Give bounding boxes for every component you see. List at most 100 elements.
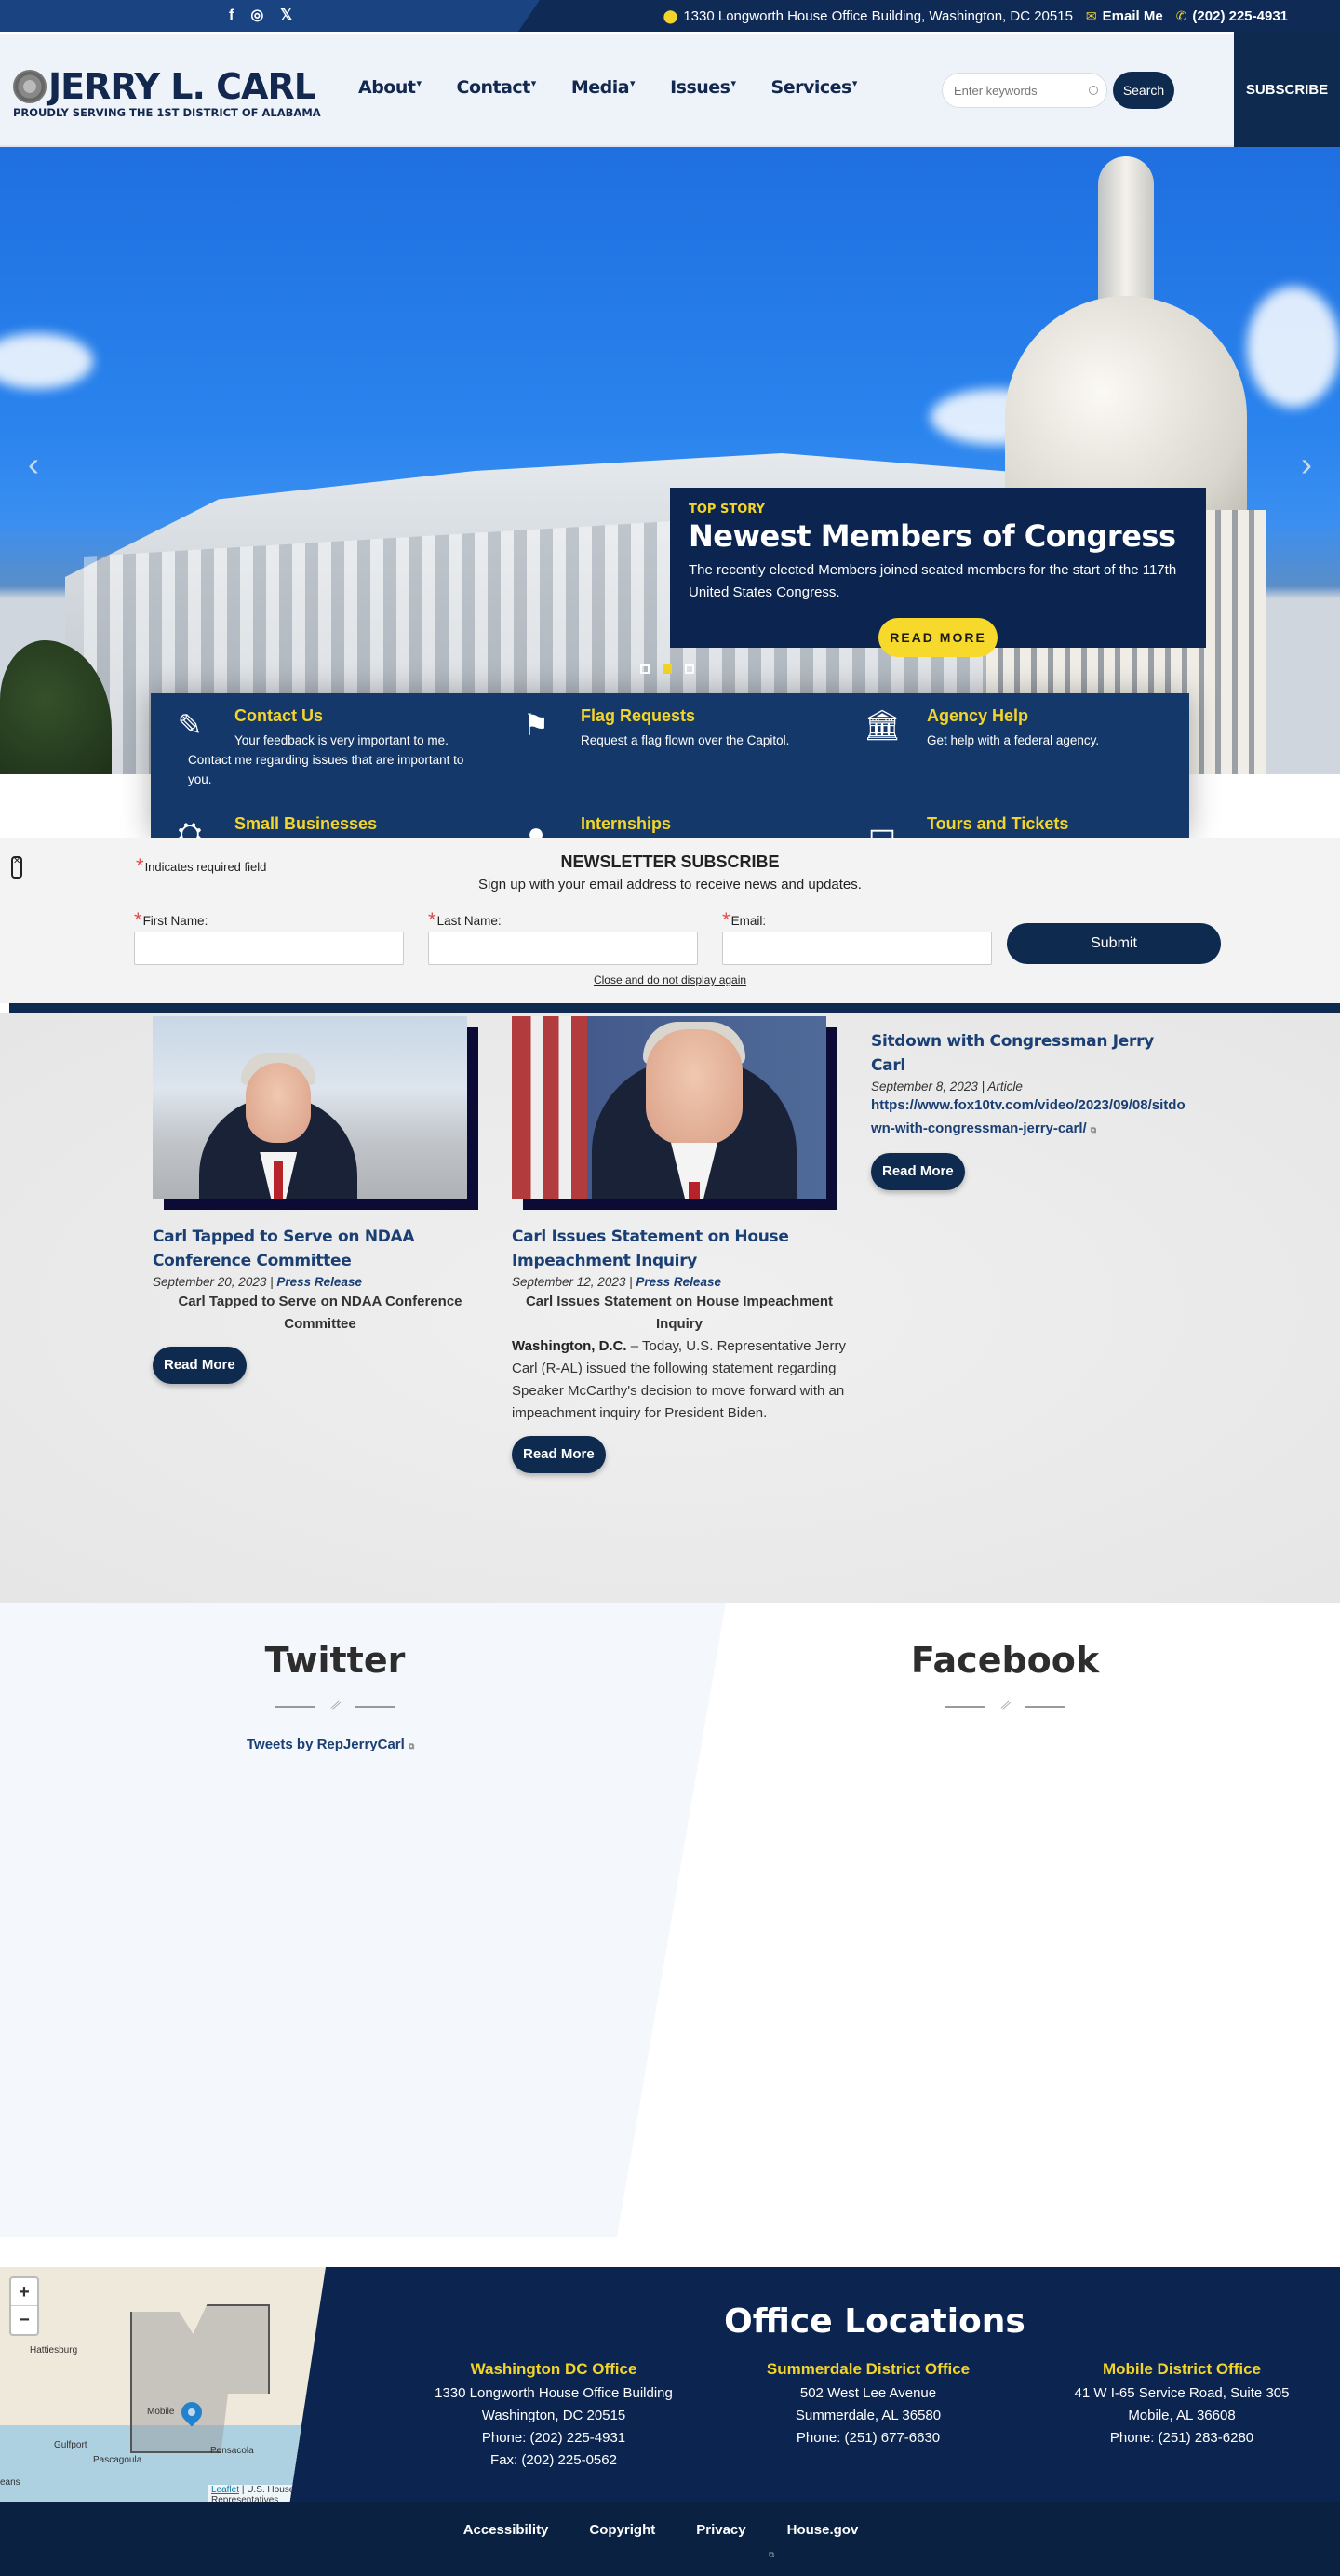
read-more-button[interactable]: Read More (512, 1436, 606, 1473)
quick-link-desc: Request a flag flown over the Capitol. (581, 733, 790, 747)
site-footer: Accessibility Copyright Privacy House.go… (0, 2502, 1340, 2576)
news-meta: September 20, 2023 | Press Release (153, 1275, 362, 1289)
news-photo[interactable] (153, 1016, 478, 1212)
email-input[interactable] (722, 932, 992, 965)
social-links: f ◎ 𝕏 (229, 7, 292, 25)
search-form: Search (942, 72, 1174, 109)
zoom-in-button[interactable]: + (11, 2278, 37, 2306)
carousel-dot[interactable] (640, 664, 650, 674)
office-name: Washington DC Office (470, 2360, 637, 2378)
news-subtitle: Carl Issues Statement on House Impeachme… (525, 1294, 834, 1332)
district-map[interactable]: Hattiesburg Mobile Gulfport Pascagoula P… (0, 2267, 326, 2502)
phone-icon: ✆ (1175, 7, 1187, 23)
handshake-icon: ⛭ (178, 816, 202, 838)
last-name-input[interactable] (428, 932, 698, 965)
search-button[interactable]: Search (1113, 72, 1174, 109)
top-bar: f ◎ 𝕏 ⬤ 1330 Longworth House Office Build… (0, 0, 1340, 32)
news-section: Carl Tapped to Serve on NDAA Conference … (0, 1013, 1340, 1603)
envelope-icon: ✉ (1085, 7, 1097, 23)
office-line: 1330 Longworth House Office Building (435, 2385, 673, 2401)
map-zoom-control: + − (9, 2276, 39, 2336)
email-label: *Email: (722, 908, 767, 932)
story-read-more-button[interactable]: READ MORE (878, 618, 998, 657)
carousel-next-icon[interactable]: › (1301, 445, 1312, 484)
nav-media[interactable]: Media▾ (571, 77, 636, 98)
carousel-dot-active[interactable] (663, 664, 672, 674)
first-name-label: *First Name: (134, 908, 208, 932)
chevron-down-icon: ▾ (730, 77, 737, 89)
read-more-button[interactable]: Read More (153, 1347, 247, 1384)
office-line: 41 W I-65 Service Road, Suite 305 (1074, 2385, 1290, 2401)
capitol-dome-image (968, 156, 1284, 774)
footer-link-house-gov[interactable]: House.gov (787, 2522, 859, 2538)
news-type-link[interactable]: Press Release (276, 1275, 362, 1289)
building-icon: 🏛 (864, 708, 902, 742)
external-link-icon: ⧉ (1090, 1125, 1097, 1134)
footer-link-privacy[interactable]: Privacy (696, 2522, 745, 2538)
site-logo[interactable]: JERRY L. CARL PROUDLY SERVING THE 1ST DI… (13, 68, 321, 119)
nav-about-label: About (358, 77, 416, 98)
map-label: Mobile (147, 2407, 175, 2417)
ornament-divider-icon: ⫽ (945, 1696, 1065, 1718)
footer-link-copyright[interactable]: Copyright (589, 2522, 655, 2538)
nav-about[interactable]: About▾ (358, 77, 422, 98)
newsletter-subtitle: Sign up with your email address to recei… (478, 877, 862, 892)
read-more-button[interactable]: Read More (871, 1153, 965, 1190)
external-link-icon: ⧉ (769, 2550, 775, 2559)
nav-services[interactable]: Services▾ (771, 77, 858, 98)
newsletter-submit-button[interactable]: Submit (1007, 923, 1221, 964)
quick-link-title: Internships (581, 814, 672, 833)
logo-name: JERRY L. CARL (48, 66, 316, 107)
news-type-link[interactable]: Press Release (636, 1275, 721, 1289)
office-summerdale: Summerdale District Office 502 West Lee … (710, 2358, 1026, 2449)
news-title[interactable]: Carl Issues Statement on House Impeachme… (512, 1225, 847, 1273)
phone-number: (202) 225-4931 (1192, 7, 1288, 24)
office-phone[interactable]: Phone: (251) 283-6280 (1024, 2427, 1340, 2449)
quick-link-title: Small Businesses (234, 814, 378, 833)
house-seal-icon (13, 70, 47, 103)
news-card: Carl Tapped to Serve on NDAA Conference … (153, 1016, 488, 1384)
first-name-input[interactable] (134, 932, 404, 965)
x-twitter-icon[interactable]: 𝕏 (280, 7, 292, 25)
news-title[interactable]: Sitdown with Congressman Jerry Carl (871, 1029, 1187, 1078)
story-title: Newest Members of Congress (689, 518, 1176, 554)
office-line: 502 West Lee Avenue (799, 2385, 937, 2401)
logo-tagline: PROUDLY SERVING THE 1ST DISTRICT OF ALAB… (13, 106, 321, 119)
quick-link-title: Flag Requests (581, 706, 696, 725)
chevron-down-icon: ▾ (416, 77, 422, 89)
tweets-by-link[interactable]: Tweets by RepJerryCarl ⧉ (247, 1737, 414, 1752)
newsletter-popup: ✕ *Indicates required field NEWSLETTER S… (0, 838, 1340, 1003)
quick-link-title: Agency Help (927, 706, 1029, 725)
office-phone[interactable]: Phone: (202) 225-4931 (395, 2427, 712, 2449)
address-link[interactable]: ⬤ 1330 Longworth House Office Building, W… (663, 8, 1073, 24)
contact-strip: ⬤ 1330 Longworth House Office Building, W… (663, 0, 1288, 32)
nav-contact[interactable]: Contact▾ (457, 77, 537, 98)
news-title[interactable]: Carl Tapped to Serve on NDAA Conference … (153, 1225, 488, 1273)
subscribe-button[interactable]: SUBSCRIBE (1234, 32, 1340, 147)
email-link[interactable]: ✉ Email Me (1086, 8, 1163, 24)
external-link-icon: ⧉ (408, 1741, 415, 1751)
chevron-down-icon: ▾ (530, 77, 537, 89)
map-label: Pensacola (210, 2446, 254, 2456)
carousel-prev-icon[interactable]: ‹ (28, 445, 39, 484)
nav-issues[interactable]: Issues▾ (670, 77, 737, 98)
search-input[interactable] (942, 73, 1107, 108)
newsletter-dismiss-link[interactable]: Close and do not display again (0, 973, 1340, 986)
news-meta: September 8, 2023 | Article (871, 1080, 1023, 1093)
search-input-wrap (942, 73, 1107, 108)
carousel-dot[interactable] (685, 664, 694, 674)
story-kicker: TOP STORY (689, 503, 765, 517)
office-phone[interactable]: Phone: (251) 677-6630 (710, 2427, 1026, 2449)
footer-link-accessibility[interactable]: Accessibility (463, 2522, 549, 2538)
news-external-link[interactable]: https://www.fox10tv.com/video/2023/09/08… (871, 1093, 1187, 1142)
office-line: Washington, DC 20515 (481, 2408, 626, 2423)
instagram-icon[interactable]: ◎ (250, 7, 263, 25)
facebook-icon[interactable]: f (229, 7, 234, 25)
leaflet-link[interactable]: Leaflet (211, 2485, 239, 2495)
zoom-out-button[interactable]: − (11, 2306, 37, 2334)
news-photo[interactable] (512, 1016, 838, 1212)
phone-link[interactable]: ✆ (202) 225-4931 (1176, 8, 1288, 24)
twitter-heading: Twitter (264, 1640, 406, 1681)
top-story-card: TOP STORY Newest Members of Congress The… (670, 488, 1206, 657)
main-nav: About▾ Contact▾ Media▾ Issues▾ Services▾ (358, 77, 857, 98)
